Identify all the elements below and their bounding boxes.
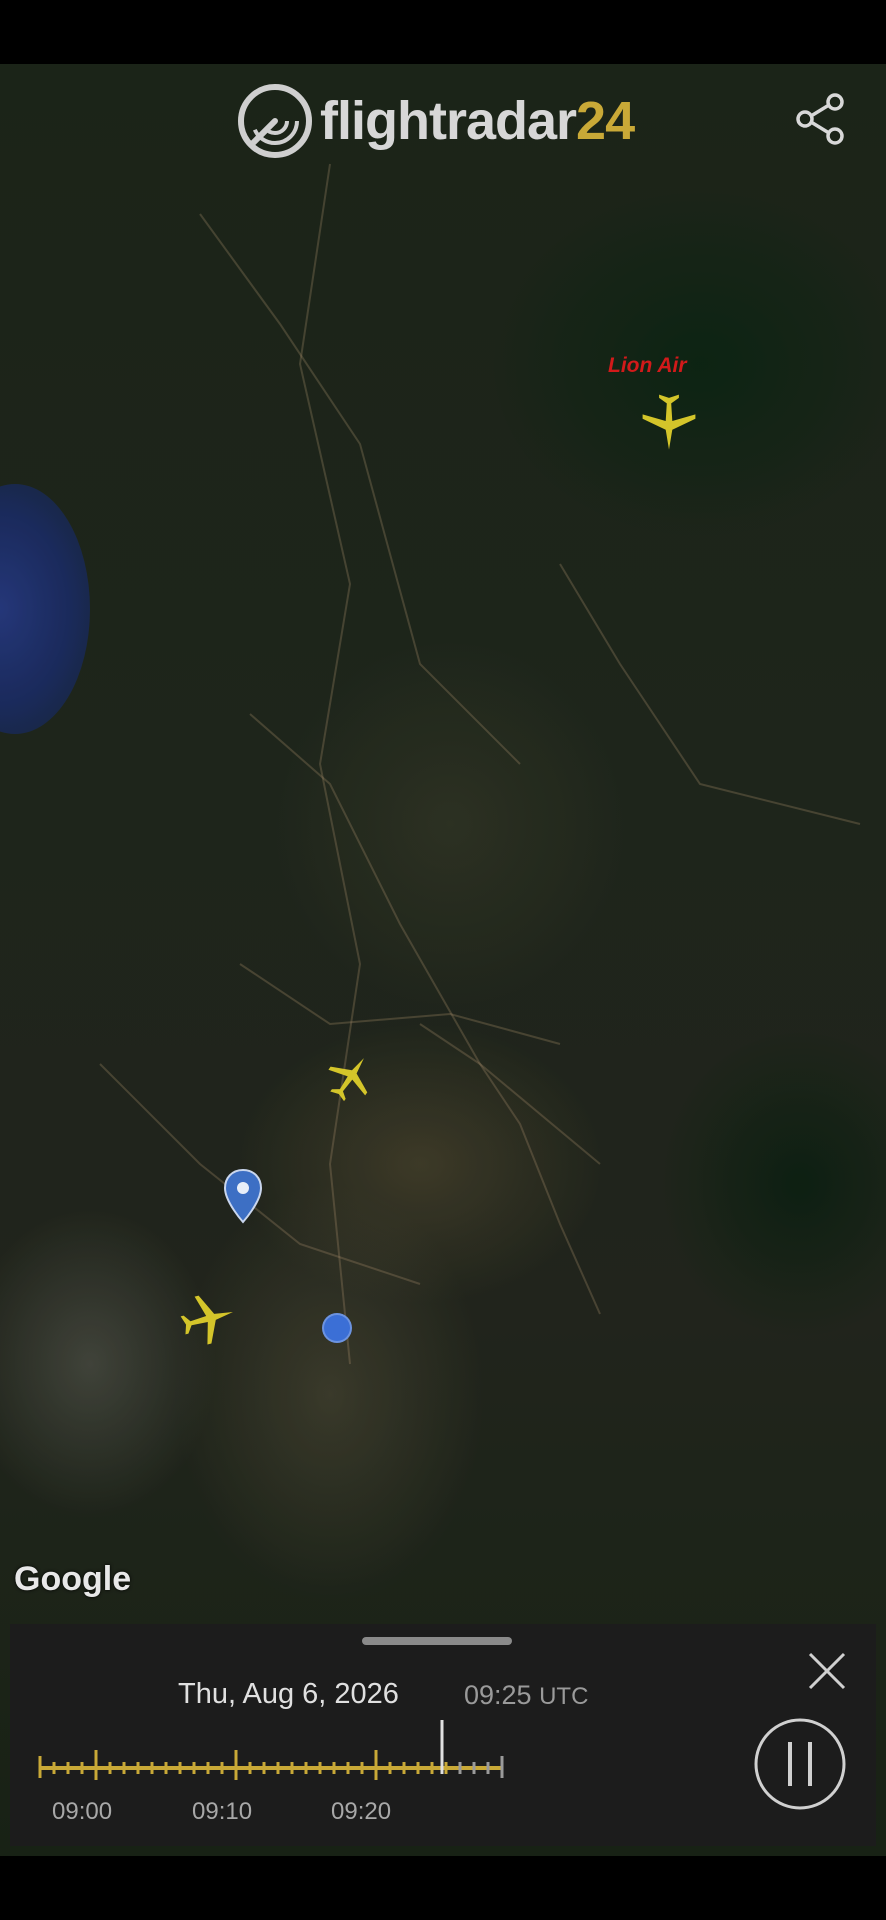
share-icon[interactable]: [793, 92, 847, 146]
playback-timeline[interactable]: [36, 1720, 516, 1780]
playback-time: 09:25 UTC: [464, 1680, 588, 1711]
timeline-label-0910: 09:10: [192, 1798, 253, 1825]
logo-text-num: 24: [576, 91, 635, 151]
plane-icon[interactable]: [176, 1288, 238, 1350]
location-pin-icon[interactable]: [222, 1168, 264, 1224]
user-location-dot: [322, 1313, 352, 1343]
close-icon[interactable]: [800, 1644, 854, 1698]
pause-icon[interactable]: [752, 1716, 848, 1812]
map-attribution: Google: [14, 1560, 132, 1598]
playback-time-value: 09:25: [464, 1680, 532, 1710]
logo-wordmark: flightradar24: [320, 90, 635, 152]
map-dim-overlay: [0, 64, 886, 1856]
radar-logo-icon: [238, 84, 312, 158]
plane-icon[interactable]: [636, 388, 702, 454]
map-view[interactable]: [0, 64, 886, 1856]
timeline-label-0920: 09:20: [331, 1798, 392, 1825]
status-bar: [0, 0, 886, 64]
app-logo: flightradar24: [236, 79, 635, 163]
timeline-label-0900: 09:00: [52, 1798, 113, 1825]
airline-label: Lion Air: [608, 354, 687, 377]
plane-icon[interactable]: [322, 1050, 378, 1106]
timeline-ticks: [38, 1750, 448, 1780]
navigation-bar: [0, 1856, 886, 1920]
playback-timezone: UTC: [539, 1683, 589, 1710]
playback-date: Thu, Aug 6, 2026: [178, 1678, 399, 1710]
panel-drag-handle[interactable]: [362, 1637, 512, 1645]
logo-text-main: flightradar: [320, 91, 577, 151]
